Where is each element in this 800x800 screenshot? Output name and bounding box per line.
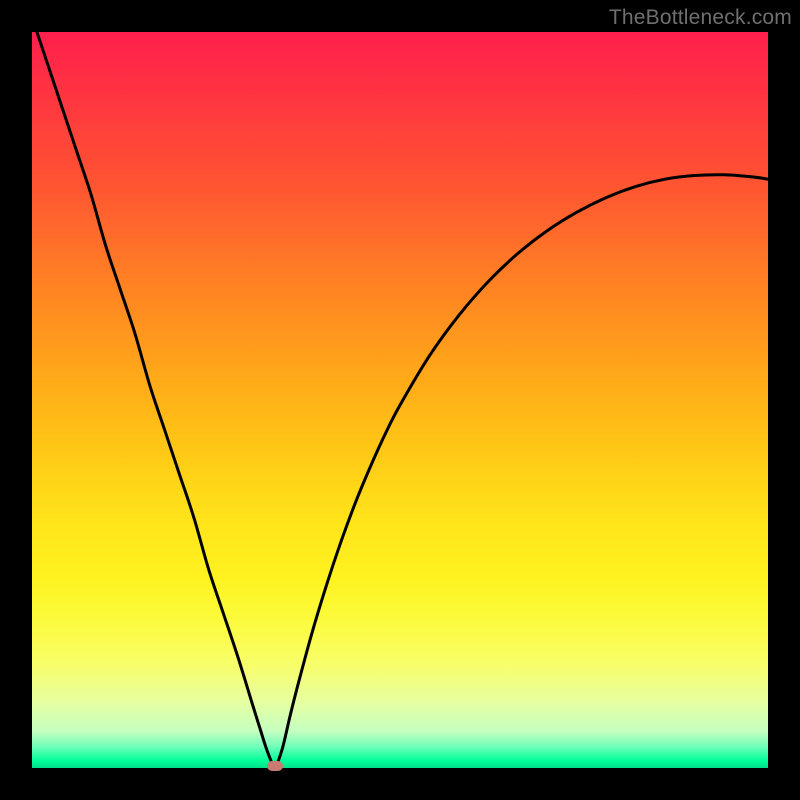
minimum-marker bbox=[267, 761, 283, 771]
watermark-text: TheBottleneck.com bbox=[609, 6, 792, 30]
bottleneck-curve bbox=[32, 32, 768, 766]
curve-svg bbox=[32, 32, 768, 768]
chart-frame: TheBottleneck.com bbox=[0, 0, 800, 800]
plot-area bbox=[32, 32, 768, 768]
